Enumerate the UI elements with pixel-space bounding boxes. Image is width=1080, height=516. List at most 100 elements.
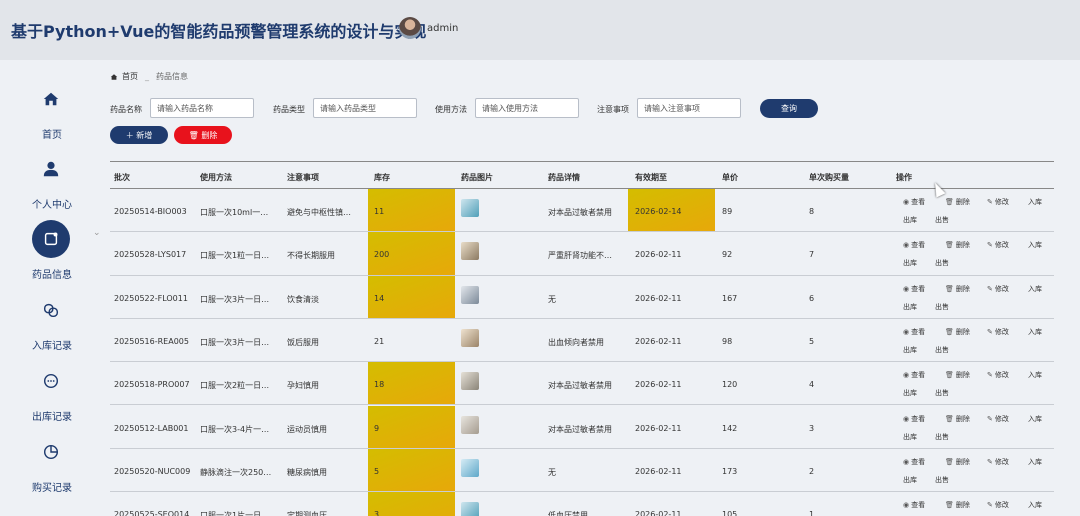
outbound-button[interactable]: 出库 bbox=[903, 215, 917, 225]
inbound-button[interactable]: 入库 bbox=[1028, 414, 1042, 424]
medicine-image[interactable] bbox=[461, 328, 479, 347]
row-delete-button[interactable]: 🗑 删除 bbox=[945, 284, 970, 294]
medicine-image[interactable] bbox=[461, 458, 479, 477]
inbound-button[interactable]: 入库 bbox=[1028, 240, 1042, 250]
cell-notes: 糖尿病慎用 bbox=[287, 467, 327, 477]
cell-qty: 8 bbox=[809, 207, 815, 216]
view-button[interactable]: ◉ 查看 bbox=[903, 327, 925, 337]
edit-label: 修改 bbox=[994, 327, 1009, 336]
sidebar-item-medicine[interactable]: 药品信息 bbox=[0, 220, 104, 290]
query-button[interactable]: 查询 bbox=[760, 99, 818, 118]
edit-button[interactable]: ✎ 修改 bbox=[987, 457, 1009, 467]
view-button[interactable]: ◉ 查看 bbox=[903, 500, 925, 510]
notes-input[interactable] bbox=[637, 98, 741, 118]
inbound-button[interactable]: 入库 bbox=[1028, 457, 1042, 467]
medicine-image[interactable] bbox=[461, 199, 479, 217]
view-button[interactable]: ◉ 查看 bbox=[903, 284, 925, 294]
view-button[interactable]: ◉ 查看 bbox=[903, 457, 925, 467]
outbound-button[interactable]: 出库 bbox=[903, 388, 917, 398]
column-header: 批次 bbox=[114, 173, 130, 182]
cell-price: 167 bbox=[722, 293, 738, 303]
add-button[interactable]: ＋ 新增 bbox=[110, 126, 168, 144]
row-delete-button[interactable]: 🗑 删除 bbox=[945, 500, 970, 510]
sell-button[interactable]: 出售 bbox=[935, 388, 949, 398]
breadcrumb-home[interactable]: 首页 bbox=[122, 71, 138, 82]
medicine-image[interactable] bbox=[461, 285, 479, 304]
edit-button[interactable]: ✎ 修改 bbox=[987, 327, 1009, 337]
cell-batch: 20250514-BIO003 bbox=[114, 207, 187, 216]
medicine-image[interactable] bbox=[461, 372, 479, 391]
cell-notes: 不得长期服用 bbox=[287, 251, 335, 261]
sell-button[interactable]: 出售 bbox=[935, 432, 949, 442]
row-delete-button[interactable]: 🗑 删除 bbox=[945, 327, 970, 337]
sidebar-item-outbound[interactable]: 出库记录 bbox=[0, 362, 104, 432]
view-label: 查看 bbox=[911, 414, 926, 423]
cell-expiry: 2026-02-14 bbox=[635, 207, 682, 216]
row-delete-button[interactable]: 🗑 删除 bbox=[945, 457, 970, 467]
view-button[interactable]: ◉ 查看 bbox=[903, 240, 925, 250]
delete-icon: 🗑 bbox=[945, 198, 954, 206]
edit-button[interactable]: ✎ 修改 bbox=[987, 240, 1009, 250]
inbound-button[interactable]: 入库 bbox=[1028, 284, 1042, 294]
outbound-button[interactable]: 出库 bbox=[903, 432, 917, 442]
sell-label: 出售 bbox=[935, 302, 949, 311]
outbound-button[interactable]: 出库 bbox=[903, 258, 917, 268]
cell-usage: 口服一次10ml一… bbox=[200, 208, 269, 217]
cell-detail: 严重肝肾功能不… bbox=[548, 251, 612, 261]
inbound-label: 入库 bbox=[1028, 457, 1042, 466]
medicine-type-input[interactable] bbox=[313, 98, 417, 118]
sell-button[interactable]: 出售 bbox=[935, 345, 949, 355]
sidebar-item-profile[interactable]: 个人中心 bbox=[0, 150, 104, 220]
outbound-button[interactable]: 出库 bbox=[903, 302, 917, 312]
sidebar-item-inbound[interactable]: 入库记录 bbox=[0, 291, 104, 361]
inbound-button[interactable]: 入库 bbox=[1028, 197, 1042, 207]
inbound-button[interactable]: 入库 bbox=[1028, 327, 1042, 337]
inbound-button[interactable]: 入库 bbox=[1028, 500, 1042, 510]
view-button[interactable]: ◉ 查看 bbox=[903, 197, 925, 207]
row-delete-button[interactable]: 🗑 删除 bbox=[945, 240, 970, 250]
cell-batch: 20250520-NUC009 bbox=[114, 466, 191, 476]
delete-button[interactable]: 🗑 删除 bbox=[174, 126, 232, 144]
edit-button[interactable]: ✎ 修改 bbox=[987, 284, 1009, 294]
usage-input[interactable] bbox=[475, 98, 579, 118]
cell-detail: 无 bbox=[548, 467, 556, 477]
sidebar-item-label: 购买记录 bbox=[32, 483, 72, 494]
medicine-image[interactable] bbox=[461, 242, 479, 261]
inbound-button[interactable]: 入库 bbox=[1028, 370, 1042, 380]
cell-stock: 200 bbox=[374, 250, 390, 260]
username[interactable]: admin bbox=[427, 23, 458, 34]
breadcrumb-current: 药品信息 bbox=[156, 72, 188, 81]
column-header: 库存 bbox=[374, 173, 390, 182]
outbound-button[interactable]: 出库 bbox=[903, 345, 917, 355]
medicine-image[interactable] bbox=[461, 415, 479, 434]
view-label: 查看 bbox=[911, 241, 926, 250]
breadcrumb: 首页 _ 药品信息 bbox=[110, 71, 188, 82]
sell-button[interactable]: 出售 bbox=[935, 475, 949, 485]
medicine-icon bbox=[32, 220, 70, 258]
sell-button[interactable]: 出售 bbox=[935, 258, 949, 268]
cell-usage: 口服一次3-4片一… bbox=[200, 424, 270, 434]
outbound-button[interactable]: 出库 bbox=[903, 475, 917, 485]
medicine-image[interactable] bbox=[461, 502, 479, 516]
view-icon: ◉ bbox=[903, 414, 910, 423]
cell-batch: 20250528-LYS017 bbox=[114, 250, 187, 260]
breadcrumb-separator: _ bbox=[145, 72, 149, 81]
medicine-name-input[interactable] bbox=[150, 98, 254, 118]
sidebar-item-purchase[interactable]: 购买记录 bbox=[0, 433, 104, 503]
edit-button[interactable]: ✎ 修改 bbox=[987, 197, 1009, 207]
row-delete-button[interactable]: 🗑 删除 bbox=[945, 370, 970, 380]
edit-button[interactable]: ✎ 修改 bbox=[987, 414, 1009, 424]
view-button[interactable]: ◉ 查看 bbox=[903, 370, 925, 380]
edit-button[interactable]: ✎ 修改 bbox=[987, 500, 1009, 510]
sell-button[interactable]: 出售 bbox=[935, 302, 949, 312]
sell-label: 出售 bbox=[935, 216, 949, 224]
row-delete-button[interactable]: 🗑 删除 bbox=[945, 197, 970, 207]
edit-button[interactable]: ✎ 修改 bbox=[987, 370, 1009, 380]
row-delete-button[interactable]: 🗑 删除 bbox=[945, 414, 970, 424]
edit-icon: ✎ bbox=[987, 371, 993, 380]
view-button[interactable]: ◉ 查看 bbox=[903, 414, 925, 424]
sell-button[interactable]: 出售 bbox=[935, 215, 949, 225]
sidebar-item-home[interactable]: 首页 bbox=[0, 80, 104, 150]
chevron-down-icon[interactable]: ⌄ bbox=[93, 228, 101, 238]
avatar[interactable] bbox=[399, 17, 421, 39]
